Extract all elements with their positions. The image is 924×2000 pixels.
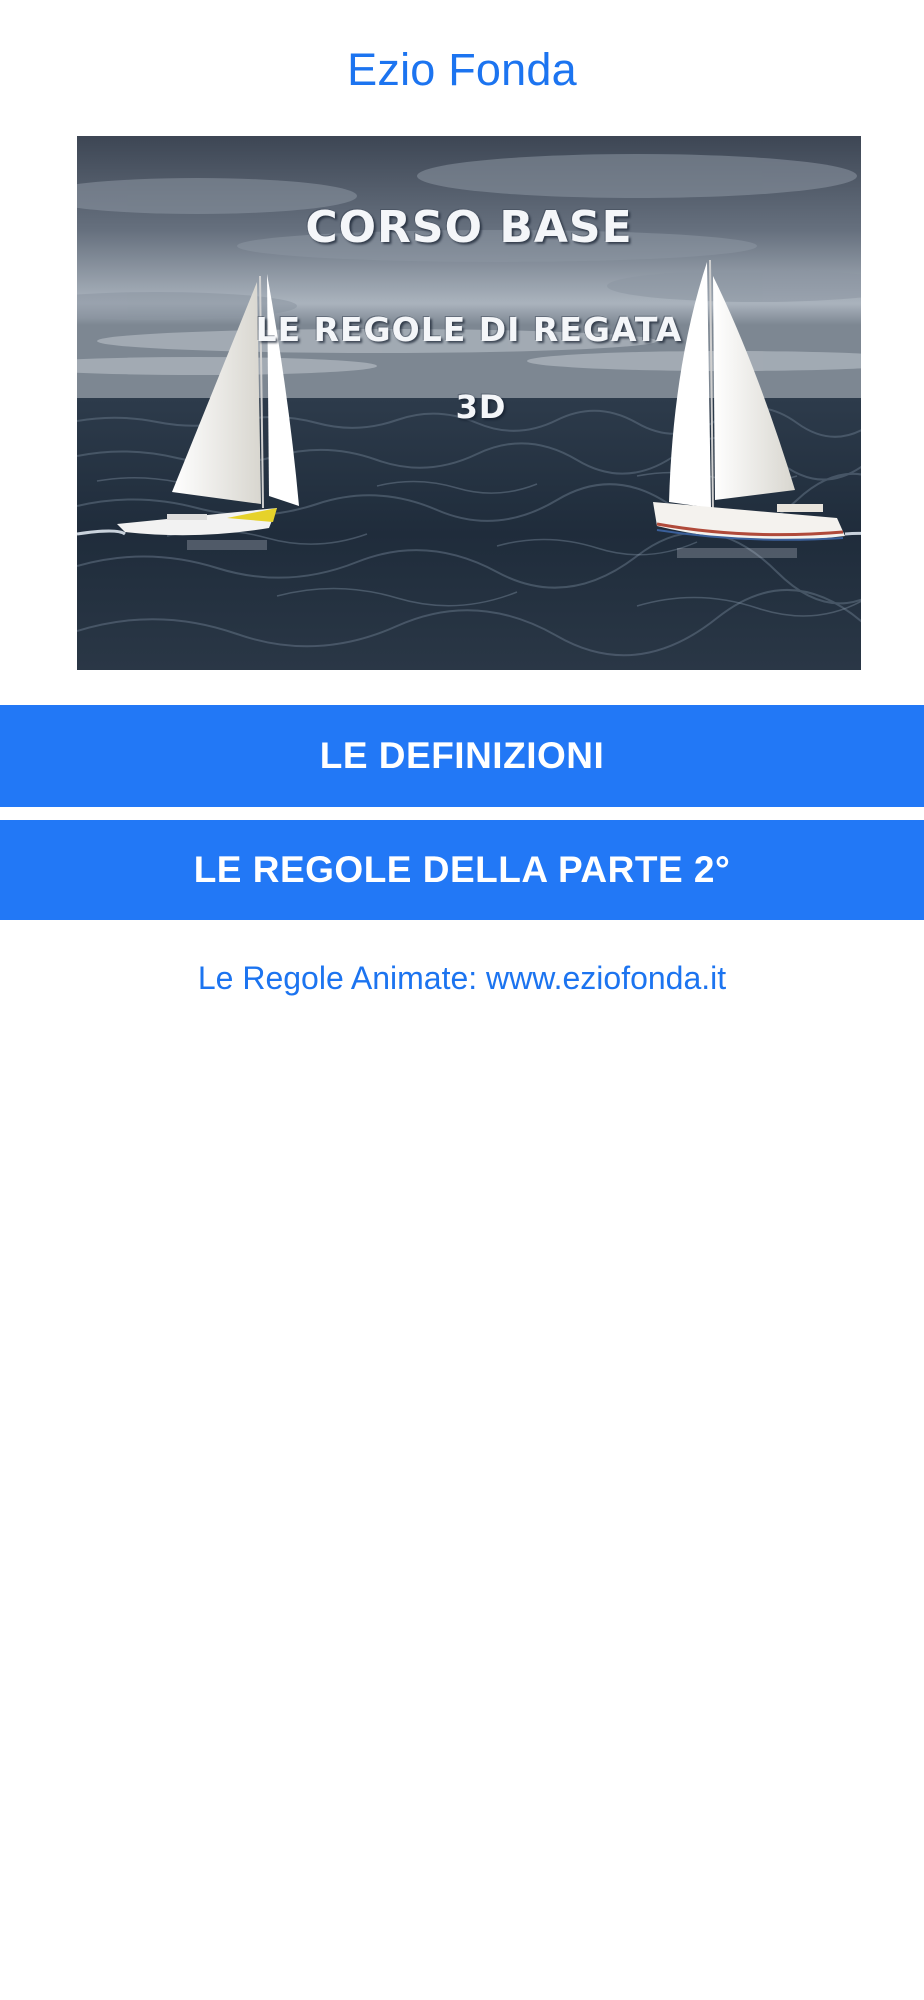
part2-rules-button[interactable]: LE REGOLE DELLA PARTE 2°: [0, 820, 924, 920]
cover-title: CORSO BASE: [305, 202, 633, 253]
cover-subtitle: LE REGOLE DI REGATA: [255, 310, 683, 349]
page-title: Ezio Fonda: [347, 44, 577, 95]
definitions-button[interactable]: LE DEFINIZIONI: [0, 705, 924, 807]
website-link[interactable]: Le Regole Animate: www.eziofonda.it: [0, 960, 924, 997]
app-screen: Ezio Fonda CORSO BASE LE REGOLE DI REGAT…: [0, 0, 924, 2000]
course-cover-image: CORSO BASE LE REGOLE DI REGATA 3D: [77, 136, 861, 670]
cover-3d-label: 3D: [455, 388, 507, 426]
